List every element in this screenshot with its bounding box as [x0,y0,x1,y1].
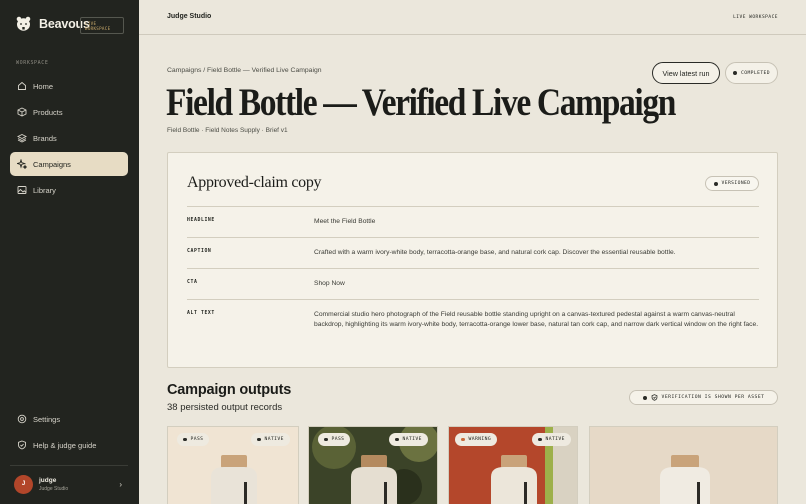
output-asset-card[interactable] [589,426,778,504]
asset-status-label: PASS [190,437,204,442]
live-workspace-badge: LIVE WORKSPACE [80,17,124,34]
copy-value: Shop Now [314,280,345,287]
page-title: Field Bottle — Verified Live Campaign [166,81,676,124]
avatar: J [14,474,33,494]
user-org: Judge Studio [39,485,69,492]
status-dot-icon [733,71,737,75]
home-icon [17,81,27,91]
view-latest-run-button[interactable]: View latest run [652,62,720,84]
outputs-count: 38 persisted output records [167,402,283,413]
asset-status-tag: PASS [318,433,351,446]
sidebar-section-label: WORKSPACE [16,60,49,66]
sidebar-item-library[interactable]: Library [10,178,128,202]
copy-row-alt-text: ALT TEXT Commercial studio hero photogra… [187,299,759,349]
asset-badge-label: NATIVE [402,437,422,442]
sidebar-item-brands[interactable]: Brands [10,126,128,150]
copy-value: Commercial studio hero photograph of the… [314,311,759,328]
workspace-tag: LIVE WORKSPACE [733,15,778,20]
layers-icon [17,133,27,143]
copy-key: ALT TEXT [187,311,215,316]
outputs-title: Campaign outputs [167,382,292,398]
native-dot-icon [395,437,399,442]
sidebar-item-label: Products [33,107,63,117]
sidebar-item-label: Library [33,185,56,195]
sidebar-item-products[interactable]: Products [10,100,128,124]
versioned-badge: VERSIONED [705,176,759,191]
copy-key: HEADLINE [187,218,215,223]
verify-dot-icon [642,395,647,400]
shield-check-icon [651,394,658,401]
asset-native-tag: NATIVE [532,433,571,446]
pass-dot-icon [324,437,328,442]
copy-key: CTA [187,280,198,285]
chevron-right-icon: › [119,480,122,489]
asset-badge-label: NATIVE [545,437,565,442]
copy-key: CAPTION [187,249,212,254]
sparkle-icon [17,159,27,169]
sidebar: Beavous LIVE WORKSPACE WORKSPACE Home Pr… [0,0,139,504]
asset-status-tag: WARNING [455,433,498,446]
native-dot-icon [538,437,542,442]
topbar-title: Judge Studio [167,13,212,20]
asset-status-tag: PASS [177,433,210,446]
output-asset-card[interactable]: WARNING NATIVE [448,426,578,504]
page-subline: Field Bottle · Field Notes Supply · Brie… [167,127,288,134]
badge-line-2: WORKSPACE [85,26,111,31]
shield-icon [17,440,27,450]
user-name: judge [39,476,57,484]
sidebar-divider [10,465,128,466]
image-icon [17,185,27,195]
sidebar-item-settings[interactable]: Settings [10,407,128,431]
copy-value: Crafted with a warm ivory-white body, te… [314,249,676,256]
verification-note: VERIFICATION IS SHOWN PER ASSET [629,390,778,405]
status-label: COMPLETED [741,70,770,76]
asset-status-label: PASS [331,437,345,442]
copy-value: Meet the Field Bottle [314,218,376,225]
warning-dot-icon [461,437,465,442]
output-asset-card[interactable]: PASS NATIVE [308,426,438,504]
copy-row-cta: CTA Shop Now [187,268,759,299]
sidebar-item-label: Settings [33,414,61,424]
sidebar-item-campaigns[interactable]: Campaigns [10,152,128,176]
sidebar-item-label: Brands [33,133,57,143]
sidebar-item-label: Help & judge guide [33,440,97,450]
sidebar-item-label: Campaigns [33,159,71,169]
bottle-image [590,427,777,504]
copy-row-headline: HEADLINE Meet the Field Bottle [187,206,759,237]
copy-row-caption: CAPTION Crafted with a warm ivory-white … [187,237,759,268]
topbar: Judge Studio LIVE WORKSPACE [139,0,806,35]
native-dot-icon [257,437,261,442]
asset-native-tag: NATIVE [389,433,428,446]
asset-badge-label: NATIVE [264,437,284,442]
brand[interactable]: Beavous [15,15,90,32]
output-asset-card[interactable]: PASS NATIVE [167,426,299,504]
gear-icon [17,414,27,424]
sidebar-item-help[interactable]: Help & judge guide [10,433,128,457]
beaver-logo-icon [15,15,32,32]
asset-native-tag: NATIVE [251,433,290,446]
verification-label: VERIFICATION IS SHOWN PER ASSET [661,395,765,400]
user-info: judge Judge Studio [39,477,68,492]
breadcrumb[interactable]: Campaigns / Field Bottle — Verified Live… [167,67,322,74]
copy-card-title: Approved-claim copy [187,174,322,191]
versioned-dot-icon [713,181,718,186]
status-badge: COMPLETED [725,62,778,84]
versioned-label: VERSIONED [721,181,751,186]
sidebar-item-home[interactable]: Home [10,74,128,98]
box-icon [17,107,27,117]
asset-status-label: WARNING [468,437,492,442]
approved-copy-card: Approved-claim copy VERSIONED HEADLINE M… [167,152,778,368]
sidebar-item-label: Home [33,81,54,91]
user-menu[interactable]: J judge Judge Studio › [14,474,128,494]
pass-dot-icon [183,437,187,442]
